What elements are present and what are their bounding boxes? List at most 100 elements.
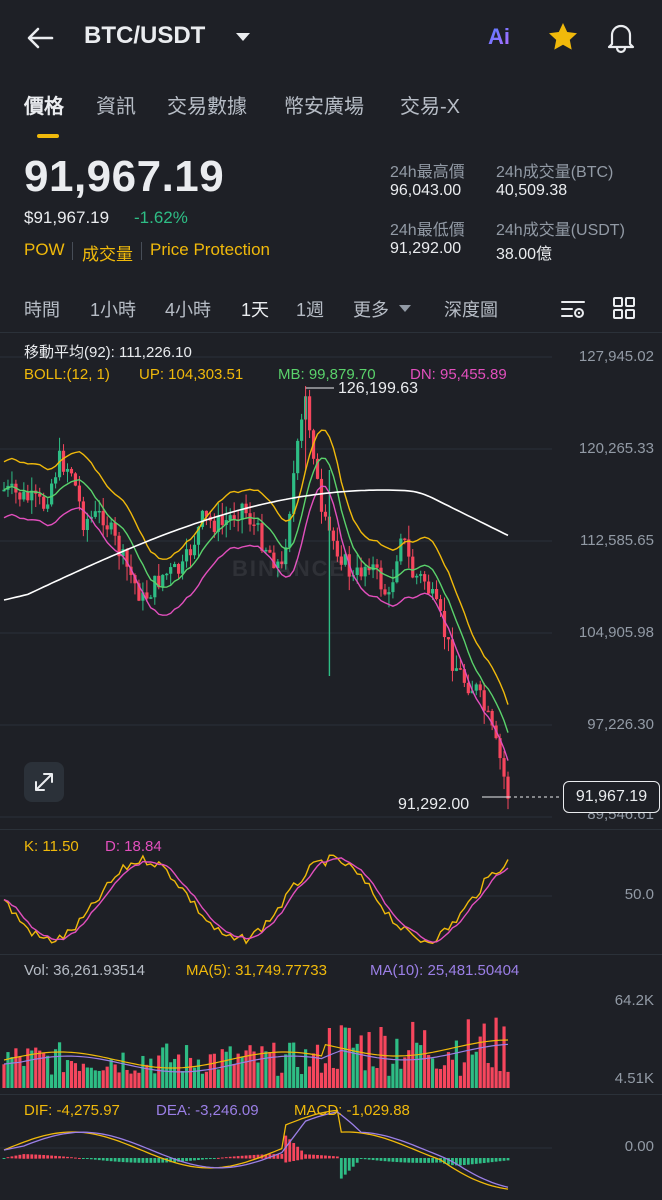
volume-bar xyxy=(450,1059,455,1088)
boll-params-label: BOLL:(12, 1) xyxy=(24,366,110,383)
candle-body xyxy=(486,710,490,713)
volume-bar xyxy=(46,1055,50,1088)
volume-bar xyxy=(284,1054,288,1088)
volume-bar xyxy=(97,1070,101,1088)
macd-bar xyxy=(498,1158,502,1162)
macd-bar xyxy=(50,1155,54,1159)
candle-body xyxy=(419,574,423,576)
candle-body xyxy=(42,496,46,509)
macd-bar xyxy=(375,1158,379,1161)
candle-body xyxy=(169,567,173,574)
macd-bar xyxy=(379,1158,383,1161)
volume-bar xyxy=(184,1045,189,1088)
macd-bar xyxy=(30,1154,34,1159)
macd-bar xyxy=(312,1154,315,1159)
candle-body xyxy=(97,510,101,513)
volume-bar xyxy=(442,1065,447,1088)
macd-bar xyxy=(220,1157,224,1159)
macd-bar xyxy=(502,1158,506,1161)
candle-body xyxy=(430,589,435,594)
volume-bar xyxy=(89,1067,93,1088)
y-tick-label: 127,945.02 xyxy=(578,348,654,365)
candle-body xyxy=(502,758,506,777)
candle-body xyxy=(228,515,232,521)
volume-bar xyxy=(129,1073,133,1088)
volume-bar xyxy=(506,1071,510,1088)
macd-dea-label: DEA: -3,246.09 xyxy=(156,1102,259,1119)
macd-bar xyxy=(10,1156,14,1159)
volume-bar xyxy=(133,1070,137,1088)
candle-body xyxy=(454,668,459,671)
candle-body xyxy=(268,549,272,553)
macd-bar xyxy=(189,1158,192,1161)
macd-bar xyxy=(197,1158,200,1161)
macd-bar xyxy=(240,1155,244,1159)
macd-bar xyxy=(411,1158,415,1163)
y-tick-label: 120,265.33 xyxy=(578,440,654,457)
volume-bar xyxy=(319,1072,324,1088)
volume-bar xyxy=(478,1036,482,1088)
candle-body xyxy=(212,520,216,532)
volume-bar xyxy=(347,1027,351,1088)
candle-body xyxy=(77,485,82,502)
candle-body xyxy=(260,523,264,551)
macd-bar xyxy=(391,1158,395,1162)
macd-bar xyxy=(74,1157,77,1159)
volume-bar xyxy=(169,1062,173,1088)
volume-bar xyxy=(137,1072,141,1088)
volume-bar xyxy=(101,1070,105,1088)
expand-chart-button[interactable] xyxy=(24,762,64,802)
candle-body xyxy=(256,523,260,525)
kdj-d-label: D: 18.84 xyxy=(105,838,162,855)
macd-bar xyxy=(403,1158,407,1163)
candle-body xyxy=(375,564,379,568)
candle-body xyxy=(50,483,54,505)
macd-bar xyxy=(62,1156,65,1159)
candle-body xyxy=(161,574,165,588)
macd-bar xyxy=(399,1158,403,1163)
volume-bar xyxy=(419,1045,423,1088)
candle-body xyxy=(153,575,157,598)
volume-bar xyxy=(30,1050,34,1088)
volume-bar xyxy=(248,1045,252,1088)
macd-bar xyxy=(351,1158,355,1167)
macd-bar xyxy=(2,1158,6,1159)
macd-bar xyxy=(347,1158,351,1171)
macd-bar xyxy=(125,1158,129,1163)
ma-indicator-label: 移動平均(92): 111,226.10 xyxy=(24,344,192,361)
candle-body xyxy=(173,564,177,568)
candle-body xyxy=(220,515,224,525)
volume-bar xyxy=(81,1063,85,1088)
volume-bar xyxy=(69,1061,74,1088)
volume-bar xyxy=(232,1063,236,1088)
candlestick-chart[interactable] xyxy=(0,0,662,1200)
candle-body xyxy=(57,450,62,478)
candle-body xyxy=(403,538,407,541)
volume-bar xyxy=(73,1063,78,1088)
macd-bar xyxy=(470,1158,474,1165)
candle-body xyxy=(427,581,431,594)
volume-bar xyxy=(458,1075,462,1088)
volume-bar xyxy=(212,1053,216,1088)
y-tick-label: 112,585.65 xyxy=(580,532,654,549)
macd-bar xyxy=(383,1158,387,1162)
candle-body xyxy=(506,776,510,799)
macd-bar xyxy=(109,1158,113,1162)
macd-bar xyxy=(335,1156,339,1159)
volume-bar xyxy=(335,1068,339,1088)
volume-bar xyxy=(224,1051,228,1088)
macd-bar xyxy=(371,1158,375,1161)
y-tick-label: 97,226.30 xyxy=(587,716,654,733)
low-price-annotation: 91,292.00 xyxy=(398,796,470,813)
candle-body xyxy=(61,450,66,472)
macd-bar xyxy=(193,1158,196,1161)
binance-watermark: BINANCE xyxy=(232,556,347,581)
current-price-tag: 91,967.19 xyxy=(563,781,660,813)
volume-bar xyxy=(216,1069,220,1088)
macd-bar xyxy=(121,1158,125,1163)
volume-bar xyxy=(177,1054,181,1088)
candle-body xyxy=(184,549,189,562)
macd-bar xyxy=(228,1156,232,1159)
volume-bar xyxy=(256,1062,260,1088)
candle-body xyxy=(434,589,439,600)
